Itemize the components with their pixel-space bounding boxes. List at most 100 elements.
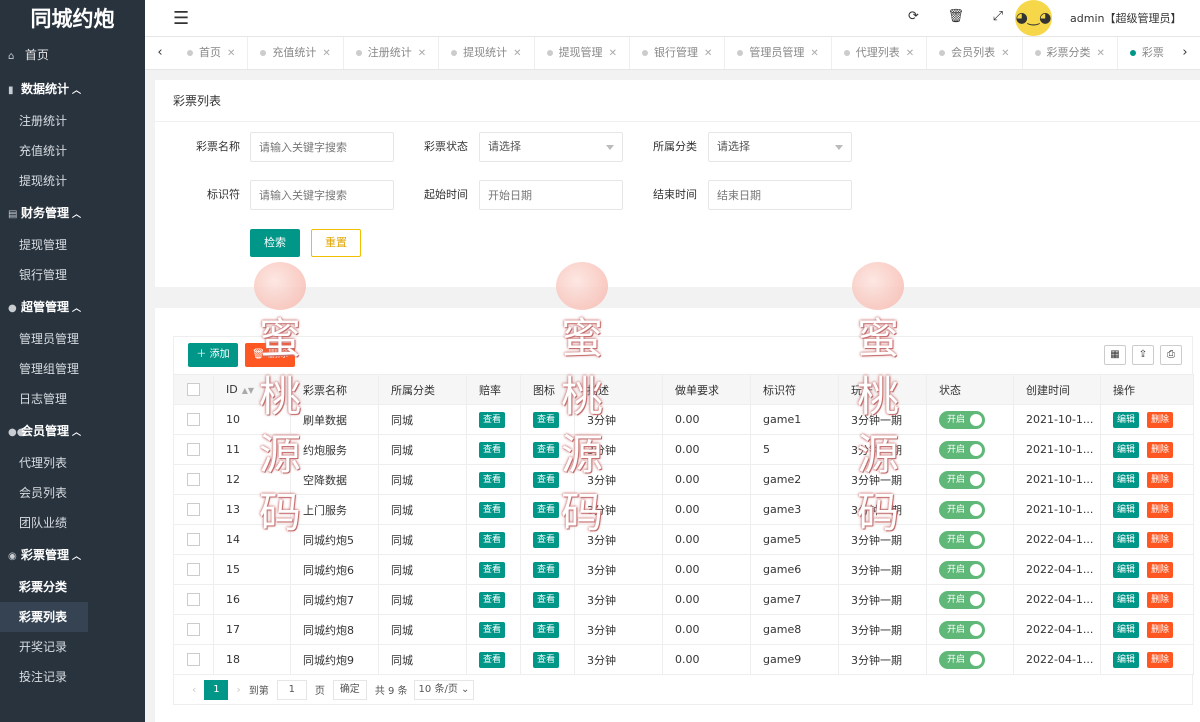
sidebar-item-lottery-category[interactable]: 彩票分类 xyxy=(0,572,145,602)
tab-withdraw-stats[interactable]: 提现统计 ✕ xyxy=(439,37,535,69)
tab-scroll-right-icon[interactable]: › xyxy=(1170,37,1200,69)
view-icon-button[interactable]: 查看 xyxy=(533,621,559,638)
menu-fold-icon[interactable]: ☰ xyxy=(173,8,189,29)
sidebar-item-home[interactable]: ⌂ 首页 xyxy=(0,38,145,72)
view-odds-button[interactable]: 查看 xyxy=(479,561,505,578)
sidebar-item-withdraw-manage[interactable]: 提现管理 xyxy=(0,230,145,260)
delete-button[interactable]: 删除 xyxy=(1147,441,1173,458)
view-odds-button[interactable]: 查看 xyxy=(479,411,505,428)
sidebar-item-admin-manage[interactable]: 管理员管理 xyxy=(0,324,145,354)
key-input[interactable] xyxy=(250,180,394,210)
delete-button[interactable]: 删除 xyxy=(1147,501,1173,518)
tab-member-list[interactable]: 会员列表 ✕ xyxy=(927,37,1023,69)
view-icon-button[interactable]: 查看 xyxy=(533,501,559,518)
start-date-input[interactable] xyxy=(479,180,623,210)
edit-button[interactable]: 编辑 xyxy=(1113,591,1139,608)
view-odds-button[interactable]: 查看 xyxy=(479,501,505,518)
avatar[interactable]: ◕‿◕ xyxy=(1015,0,1052,36)
delete-button[interactable]: 删除 xyxy=(1147,591,1173,608)
view-odds-button[interactable]: 查看 xyxy=(479,651,505,668)
row-checkbox[interactable] xyxy=(173,464,214,495)
view-odds-button[interactable]: 查看 xyxy=(479,441,505,458)
sidebar-item-recharge-stats[interactable]: 充值统计 xyxy=(0,136,145,166)
tab-admin-manage[interactable]: 管理员管理 ✕ xyxy=(725,37,832,69)
row-checkbox[interactable] xyxy=(173,434,214,465)
tab-agent-list[interactable]: 代理列表 ✕ xyxy=(832,37,928,69)
sidebar-item-withdraw-stats[interactable]: 提现统计 xyxy=(0,166,145,196)
close-icon[interactable]: ✕ xyxy=(1001,48,1009,59)
tab-recharge-stats[interactable]: 充值统计 ✕ xyxy=(248,37,344,69)
edit-button[interactable]: 编辑 xyxy=(1113,441,1139,458)
sidebar-item-bet-records[interactable]: 投注记录 xyxy=(0,662,145,692)
close-icon[interactable]: ✕ xyxy=(322,48,330,59)
row-checkbox[interactable] xyxy=(173,404,214,435)
close-icon[interactable]: ✕ xyxy=(513,48,521,59)
status-toggle[interactable]: 开启 xyxy=(939,500,985,519)
tab-scroll-left-icon[interactable]: ‹ xyxy=(145,37,175,69)
edit-button[interactable]: 编辑 xyxy=(1113,501,1139,518)
view-icon-button[interactable]: 查看 xyxy=(533,471,559,488)
status-toggle[interactable]: 开启 xyxy=(939,530,985,549)
row-checkbox[interactable] xyxy=(173,614,214,645)
close-icon[interactable]: ✕ xyxy=(810,48,818,59)
view-odds-button[interactable]: 查看 xyxy=(479,621,505,638)
close-icon[interactable]: ✕ xyxy=(609,48,617,59)
view-icon-button[interactable]: 查看 xyxy=(533,651,559,668)
sidebar-item-member-list[interactable]: 会员列表 xyxy=(0,478,145,508)
prev-page-icon[interactable]: ‹ xyxy=(192,683,196,696)
select-all-checkbox[interactable] xyxy=(173,374,214,405)
view-odds-button[interactable]: 查看 xyxy=(479,471,505,488)
row-checkbox[interactable] xyxy=(173,584,214,615)
sidebar-item-team-performance[interactable]: 团队业绩 xyxy=(0,508,145,538)
tab-home[interactable]: 首页 ✕ xyxy=(175,37,249,69)
status-select[interactable]: 请选择 xyxy=(479,132,623,162)
status-toggle[interactable]: 开启 xyxy=(939,620,985,639)
category-select[interactable]: 请选择 xyxy=(708,132,852,162)
delete-button[interactable]: 删除 xyxy=(1147,411,1173,428)
col-id[interactable]: ID ▲▼ xyxy=(213,374,291,405)
status-toggle[interactable]: 开启 xyxy=(939,410,985,429)
sidebar-group-members[interactable]: ●●会员管理 ︿ xyxy=(0,414,145,448)
goto-confirm-button[interactable]: 确定 xyxy=(332,679,367,700)
delete-button[interactable]: 删除 xyxy=(1147,471,1173,488)
status-toggle[interactable]: 开启 xyxy=(939,470,985,489)
sidebar-group-finance[interactable]: ▤ 财务管理 ︿ xyxy=(0,196,145,230)
edit-button[interactable]: 编辑 xyxy=(1113,471,1139,488)
view-icon-button[interactable]: 查看 xyxy=(533,591,559,608)
tab-register-stats[interactable]: 注册统计 ✕ xyxy=(344,37,440,69)
close-icon[interactable]: ✕ xyxy=(1097,48,1105,59)
sidebar-group-stats[interactable]: ▮ 数据统计 ︿ xyxy=(0,72,145,106)
view-icon-button[interactable]: 查看 xyxy=(533,561,559,578)
tab-lottery-list[interactable]: 彩票 xyxy=(1118,37,1170,69)
batch-delete-button[interactable]: 🗑 删除 xyxy=(245,343,295,367)
edit-button[interactable]: 编辑 xyxy=(1113,411,1139,428)
delete-button[interactable]: 删除 xyxy=(1147,561,1173,578)
edit-button[interactable]: 编辑 xyxy=(1113,651,1139,668)
delete-button[interactable]: 删除 xyxy=(1147,651,1173,668)
delete-button[interactable]: 删除 xyxy=(1147,531,1173,548)
fullscreen-icon[interactable]: ⤢ xyxy=(993,9,1003,24)
edit-button[interactable]: 编辑 xyxy=(1113,561,1139,578)
close-icon[interactable]: ✕ xyxy=(704,48,712,59)
columns-icon[interactable]: ▦ xyxy=(1104,345,1126,365)
close-icon[interactable]: ✕ xyxy=(227,48,235,59)
close-icon[interactable]: ✕ xyxy=(906,48,914,59)
sidebar-item-register-stats[interactable]: 注册统计 xyxy=(0,106,145,136)
print-icon[interactable]: ⎙ xyxy=(1160,345,1182,365)
lottery-name-input[interactable] xyxy=(250,132,394,162)
status-toggle[interactable]: 开启 xyxy=(939,560,985,579)
add-button[interactable]: ＋ 添加 xyxy=(188,343,238,367)
sort-icon[interactable]: ▲▼ xyxy=(242,386,254,395)
sidebar-group-admin[interactable]: ● 超管管理 ︿ xyxy=(0,290,145,324)
view-icon-button[interactable]: 查看 xyxy=(533,531,559,548)
edit-button[interactable]: 编辑 xyxy=(1113,531,1139,548)
row-checkbox[interactable] xyxy=(173,554,214,585)
row-checkbox[interactable] xyxy=(173,644,214,675)
next-page-icon[interactable]: › xyxy=(236,683,240,696)
row-checkbox[interactable] xyxy=(173,524,214,555)
tab-withdraw-manage[interactable]: 提现管理 ✕ xyxy=(535,37,630,69)
reset-button[interactable]: 重置 xyxy=(311,229,361,257)
row-checkbox[interactable] xyxy=(173,494,214,525)
view-icon-button[interactable]: 查看 xyxy=(533,411,559,428)
trash-icon[interactable]: 🗑 xyxy=(947,9,964,24)
